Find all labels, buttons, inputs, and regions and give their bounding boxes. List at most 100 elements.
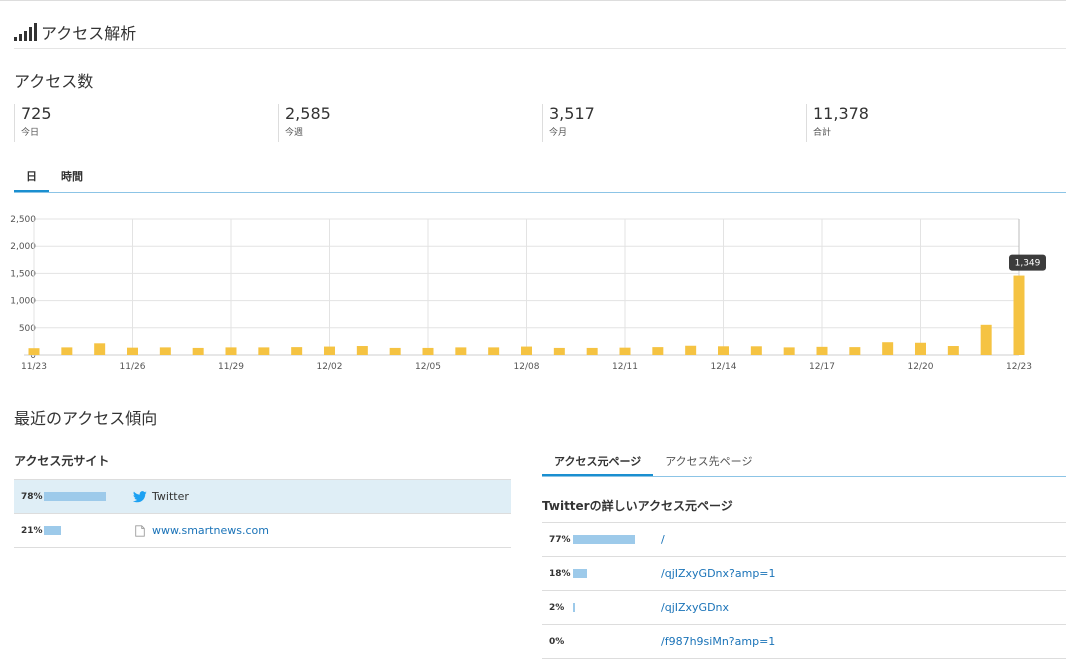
stat-label: 今週: [285, 128, 304, 138]
chart-bar: [783, 347, 795, 355]
x-tick-label: 12/02: [317, 362, 343, 372]
chart-bar: [192, 347, 204, 355]
detail-percent: 0%: [549, 636, 565, 647]
referrer-row-smartnews[interactable]: 21% www.smartnews.com: [14, 514, 511, 548]
page-header: アクセス解析: [14, 20, 136, 44]
stat-month: 3,517 今月: [542, 104, 806, 142]
x-tick-label: 12/08: [514, 362, 540, 372]
stats-row: 725 今日 2,585 今週 3,517 今月 11,378 合計: [14, 104, 1066, 142]
referrer-share-bar: [44, 526, 61, 535]
chart-bar: [750, 346, 762, 355]
page-tabs: アクセス元ページ アクセス先ページ: [542, 450, 764, 477]
referrer-label: Twitter: [152, 490, 189, 503]
tab-destination-pages[interactable]: アクセス先ページ: [653, 450, 764, 477]
chart-bar: [258, 347, 270, 355]
detail-title: Twitterの詳しいアクセス元ページ: [542, 499, 733, 513]
stat-value: 725: [21, 104, 52, 123]
tooltip-value: 1,349: [1015, 259, 1041, 269]
chart-tabs: 日 時間: [14, 166, 95, 193]
referrer-sites-title: アクセス元サイト: [14, 454, 110, 468]
access-count-title: アクセス数: [14, 72, 94, 91]
chart-bar: [947, 346, 959, 355]
chart-bar: [159, 347, 171, 355]
detail-share-bar: [573, 535, 635, 544]
chart-bar: [455, 347, 467, 355]
chart-bar: [553, 347, 565, 355]
page-title: アクセス解析: [41, 24, 137, 43]
chart-bar: [849, 347, 861, 355]
x-tick-label: 11/23: [21, 362, 47, 372]
chart-bar: [882, 342, 894, 355]
chart-bar: [324, 346, 335, 355]
detail-row[interactable]: 2% /qjIZxyGDnx: [542, 591, 1066, 625]
stat-value: 3,517: [549, 104, 595, 123]
x-tick-label: 12/14: [711, 362, 737, 372]
detail-row[interactable]: 0% /f987h9siMn?amp=1: [542, 625, 1066, 659]
tab-source-pages[interactable]: アクセス元ページ: [542, 450, 654, 477]
detail-percent: 77%: [549, 534, 571, 545]
referrer-link[interactable]: www.smartnews.com: [152, 524, 269, 537]
x-tick-label: 11/29: [218, 362, 244, 372]
detail-row[interactable]: 77% /: [542, 523, 1066, 557]
chart-bar: [356, 346, 368, 355]
chart-bar: [718, 346, 729, 355]
chart-bar: [291, 347, 303, 355]
header-divider: [14, 48, 1066, 49]
detail-link[interactable]: /qjIZxyGDnx: [661, 601, 729, 614]
chart-bar: [685, 345, 697, 355]
top-border: [0, 0, 1066, 1]
detail-link[interactable]: /f987h9siMn?amp=1: [661, 635, 775, 648]
chart-bar: [422, 347, 434, 355]
chart-bar: [94, 343, 106, 355]
detail-link[interactable]: /qjIZxyGDnx?amp=1: [661, 567, 776, 580]
stat-week: 2,585 今週: [278, 104, 542, 142]
x-tick-label: 12/23: [1006, 362, 1032, 372]
x-tick-label: 12/11: [612, 362, 638, 372]
x-tick-label: 11/26: [120, 362, 146, 372]
y-tick-label: 1,000: [10, 297, 36, 307]
detail-link[interactable]: /: [661, 533, 665, 546]
stat-today: 725 今日: [14, 104, 278, 142]
chart-bar: [1013, 275, 1025, 355]
stat-value: 11,378: [813, 104, 869, 123]
stat-label: 今月: [549, 128, 568, 138]
referrer-share-bar: [44, 492, 107, 501]
y-tick-label: 1,500: [10, 269, 36, 279]
detail-percent: 18%: [549, 568, 571, 579]
referrer-percent: 21%: [21, 525, 43, 536]
access-bar-chart: 05001,0001,5002,0002,50011/23 11/26 11/29 1…: [10, 215, 1046, 372]
recent-trend-title: 最近のアクセス傾向: [14, 409, 158, 428]
tab-hour[interactable]: 時間: [49, 166, 95, 193]
stat-total: 11,378 合計: [806, 104, 1066, 142]
stat-label: 今日: [21, 128, 40, 138]
chart-bar: [225, 347, 237, 355]
chart-bar: [389, 347, 401, 355]
stat-label: 合計: [813, 128, 832, 138]
chart-tabs-divider: [14, 192, 1066, 193]
chart-bar: [586, 347, 598, 355]
chart-bar: [816, 346, 828, 355]
referrer-list: 78% Twitter 21% www.smartnews.com: [14, 479, 511, 548]
chart-bar: [488, 347, 500, 355]
detail-share-bar: [573, 603, 575, 612]
chart-bar: [619, 347, 631, 355]
chart-bar: [980, 324, 992, 355]
detail-row[interactable]: 18% /qjIZxyGDnx?amp=1: [542, 557, 1066, 591]
referrer-row-twitter[interactable]: 78% Twitter: [14, 480, 511, 514]
chart-bar: [28, 348, 40, 355]
chart-bar: [652, 347, 664, 355]
x-tick-label: 12/05: [415, 362, 441, 372]
detail-share-bar: [573, 569, 588, 578]
y-tick-label: 2,000: [10, 242, 36, 252]
stat-value: 2,585: [285, 104, 331, 123]
twitter-bird-icon: [133, 491, 147, 503]
x-tick-label: 12/20: [908, 362, 934, 372]
referrer-percent: 78%: [21, 491, 43, 502]
signal-bars-icon: [14, 23, 37, 41]
tab-day[interactable]: 日: [14, 166, 49, 193]
chart-bar: [915, 342, 926, 355]
detail-list: 77% / 18% /qjIZxyGDnx?amp=1 2% /qjIZxyGD…: [542, 522, 1066, 659]
x-tick-label: 12/17: [809, 362, 835, 372]
detail-percent: 2%: [549, 602, 565, 613]
y-tick-label: 2,500: [10, 215, 36, 225]
